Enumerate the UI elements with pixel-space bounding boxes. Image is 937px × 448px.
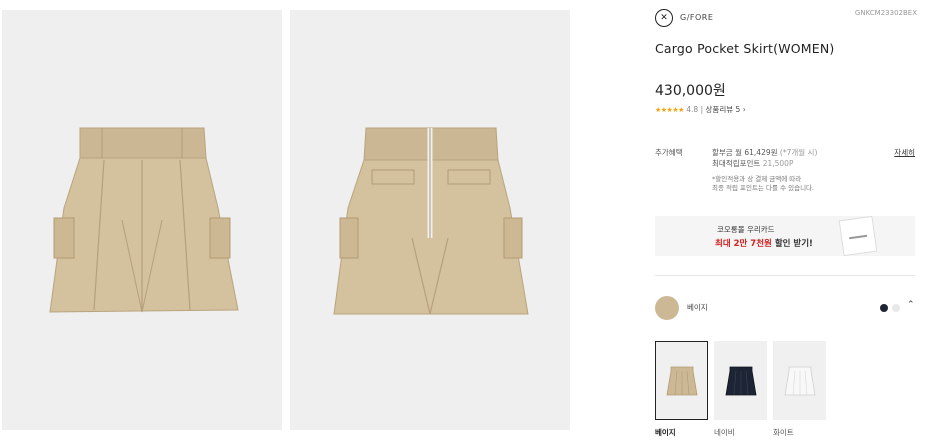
variant-image [773, 341, 826, 420]
selected-color-name: 베이지 [687, 303, 708, 312]
chevron-up-icon[interactable]: ⌃ [907, 300, 915, 310]
points-label: 최대적립포인트 [712, 159, 761, 168]
credit-card-icon [838, 215, 878, 257]
skirt-icon [725, 366, 756, 395]
variant-thumb-beige[interactable]: 베이지 [655, 341, 708, 438]
benefit-detail: 할부금 월 61,429원 (*7개월 시) 최대적립포인트 21,500P *… [712, 147, 882, 193]
skirt-back-illustration [333, 127, 529, 315]
skirt-icon [784, 366, 815, 395]
review-link-label: 상품리뷰 5 [705, 105, 741, 114]
brand-logo-icon[interactable]: ✕ [655, 9, 673, 27]
color-dot-white[interactable] [892, 304, 900, 312]
points-note-line2: 최종 적립 포인트는 다를 수 있습니다. [712, 184, 815, 192]
points-value: 21,500P [762, 159, 794, 168]
skirt-icon [666, 366, 697, 395]
benefit-label: 추가혜택 [655, 148, 683, 157]
variant-image [714, 341, 767, 420]
installment-text: 할부금 월 61,429원 [712, 148, 778, 157]
rating-separator: | [700, 105, 704, 114]
variant-label: 베이지 [655, 428, 676, 437]
product-title: Cargo Pocket Skirt(WOMEN) [655, 41, 835, 56]
card-promo-rest: 할인 받기! [771, 239, 813, 249]
product-info-panel: ✕ G/FORE GNKCM23302BEX Cargo Pocket Skir… [655, 0, 917, 448]
benefit-detail-link[interactable]: 자세히 [894, 147, 915, 158]
variant-thumbnails: 베이지 네이비 화이트 [655, 341, 917, 441]
product-code: GNKCM23302BEX [854, 9, 917, 17]
variant-label: 네이비 [714, 428, 735, 437]
points-note-line1: *할인적용과 상 결제 금액에 따라 [712, 175, 802, 183]
color-dot-navy[interactable] [880, 304, 888, 312]
product-image-back[interactable] [290, 10, 570, 430]
rating-row: ★★★★★ 4.8 | 상품리뷰 5 › [655, 104, 746, 115]
product-price: 430,000원 [655, 83, 726, 99]
variant-thumb-navy[interactable]: 네이비 [714, 341, 767, 438]
rating-score: 4.8 [686, 105, 699, 114]
divider [655, 275, 915, 276]
skirt-front-illustration [49, 127, 239, 313]
product-image-front[interactable] [2, 10, 282, 430]
card-promo-title: 코오롱몰 우리카드 [717, 225, 775, 234]
review-link[interactable]: 상품리뷰 5 › [706, 105, 746, 114]
color-selector[interactable]: 베이지 ⌃ [655, 296, 917, 322]
card-promo-banner[interactable]: 코오롱몰 우리카드 최대 2만 7천원 할인 받기! [655, 215, 915, 257]
installment-note: (*7개월 시) [779, 148, 818, 157]
variant-label: 화이트 [773, 428, 794, 437]
brand-row: ✕ G/FORE GNKCM23302BEX [655, 9, 917, 29]
variant-thumb-white[interactable]: 화이트 [773, 341, 826, 438]
card-promo-offer: 최대 2만 7천원 할인 받기! [715, 237, 813, 249]
variant-image [655, 341, 708, 420]
brand-name[interactable]: G/FORE [680, 13, 713, 22]
rating-stars-icon: ★★★★★ [655, 106, 684, 114]
review-arrow-icon: › [742, 105, 746, 114]
selected-color-swatch [655, 296, 679, 320]
card-promo-highlight: 최대 2만 7천원 [715, 239, 772, 249]
